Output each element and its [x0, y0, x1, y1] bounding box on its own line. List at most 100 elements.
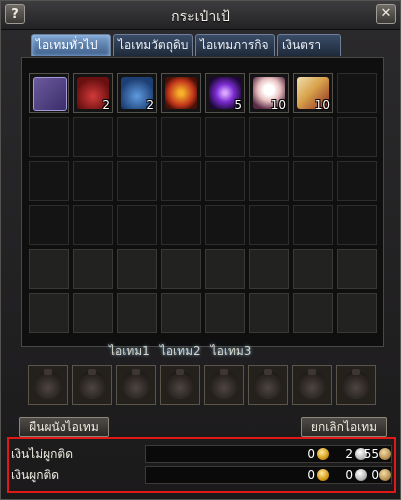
unbound-silver-amount: 2	[345, 447, 353, 461]
bound-money-label: เงินผูกติด	[11, 468, 60, 482]
bound-money-row: เงินผูกติด 0 0 0	[9, 466, 394, 484]
item-quantity: 10	[270, 98, 286, 112]
tab-quest-items[interactable]: ไอเทมภารกิจ	[195, 34, 275, 56]
locked-inventory-slot[interactable]	[73, 249, 113, 289]
inventory-slot[interactable]	[337, 73, 377, 113]
inventory-slot[interactable]	[293, 205, 333, 245]
currency-section: เงินไม่ผูกติด 0 2 55 เงินผูกติด 0 0 0	[7, 437, 396, 493]
cancel-items-button[interactable]: ยกเลิกไอเทม	[301, 417, 387, 437]
locked-inventory-slot[interactable]	[293, 249, 333, 289]
bronze-coin-icon	[379, 469, 391, 481]
bag-icon	[298, 369, 326, 399]
inventory-slot[interactable]	[29, 205, 69, 245]
quick-slot[interactable]	[292, 365, 332, 405]
locked-inventory-slot[interactable]	[249, 249, 289, 289]
inventory-slot[interactable]	[73, 205, 113, 245]
tab-material-items[interactable]: ไอเทมวัตถุดิบ	[113, 34, 193, 56]
inventory-slot[interactable]: 2	[73, 73, 113, 113]
quick-slot[interactable]	[116, 365, 156, 405]
gold-coin-icon	[317, 469, 329, 481]
inventory-grid: 2 2 5 10 10	[29, 73, 377, 333]
inventory-slot[interactable]	[337, 205, 377, 245]
quick-slot[interactable]	[160, 365, 200, 405]
bronze-coin-icon	[379, 448, 391, 460]
locked-inventory-slot[interactable]	[117, 249, 157, 289]
inventory-slot[interactable]: 5	[205, 73, 245, 113]
locked-inventory-slot[interactable]	[293, 293, 333, 333]
locked-inventory-slot[interactable]	[337, 293, 377, 333]
title-bar[interactable]: ? กระเป๋าเป้ ✕	[1, 1, 400, 30]
item-quantity: 5	[234, 98, 242, 112]
bound-money-bar: 0 0 0	[145, 466, 392, 484]
quick-slot[interactable]	[204, 365, 244, 405]
window-title: กระเป๋าเป้	[171, 9, 230, 25]
unbound-bronze-amount: 55	[363, 447, 379, 461]
inventory-slot[interactable]	[73, 117, 113, 157]
inventory-slot[interactable]	[249, 117, 289, 157]
inventory-slot[interactable]	[117, 117, 157, 157]
unbound-money-row: เงินไม่ผูกติด 0 2 55	[9, 445, 394, 463]
locked-inventory-slot[interactable]	[249, 293, 289, 333]
quick-slot[interactable]	[336, 365, 376, 405]
quick-slot[interactable]	[72, 365, 112, 405]
tab-currency[interactable]: เงินตรา	[277, 34, 341, 56]
fire-orb-icon	[165, 77, 197, 109]
locked-inventory-slot[interactable]	[337, 249, 377, 289]
inventory-slot[interactable]	[337, 117, 377, 157]
inventory-slot[interactable]	[161, 73, 201, 113]
inventory-slot[interactable]	[293, 117, 333, 157]
inventory-slot[interactable]: 2	[117, 73, 157, 113]
locked-inventory-slot[interactable]	[205, 249, 245, 289]
bound-gold-amount: 0	[307, 468, 315, 482]
silver-coin-icon	[355, 469, 367, 481]
inventory-window: ? กระเป๋าเป้ ✕ ไอเทมทั่วไป ไอเทมวัตถุดิบ…	[0, 0, 401, 500]
close-button[interactable]: ✕	[376, 4, 396, 24]
quick-slot[interactable]	[28, 365, 68, 405]
quick-slot[interactable]	[248, 365, 288, 405]
tab-general-items[interactable]: ไอเทมทั่วไป	[31, 34, 111, 56]
inventory-slot[interactable]	[161, 161, 201, 201]
inventory-slot[interactable]	[29, 161, 69, 201]
inventory-slot[interactable]	[293, 161, 333, 201]
inventory-slot[interactable]: 10	[249, 73, 289, 113]
locked-inventory-slot[interactable]	[161, 293, 201, 333]
locked-inventory-slot[interactable]	[205, 293, 245, 333]
bag-icon	[166, 369, 194, 399]
inventory-slot[interactable]	[205, 117, 245, 157]
inventory-slot[interactable]	[117, 205, 157, 245]
inventory-slot[interactable]	[161, 117, 201, 157]
item-quantity: 2	[146, 98, 154, 112]
inventory-slot[interactable]	[337, 161, 377, 201]
inventory-slot[interactable]	[205, 205, 245, 245]
quick-label-1: ไอเทม1	[109, 344, 150, 358]
bag-icon	[122, 369, 150, 399]
inventory-panel: 2 2 5 10 10	[21, 57, 384, 347]
bound-bronze-amount: 0	[371, 468, 379, 482]
inventory-slot[interactable]	[249, 161, 289, 201]
locked-inventory-slot[interactable]	[161, 249, 201, 289]
unbound-money-label: เงินไม่ผูกติด	[11, 447, 73, 461]
unbound-gold-amount: 0	[307, 447, 315, 461]
bag-icon	[34, 369, 62, 399]
inventory-slot[interactable]: 10	[293, 73, 333, 113]
locked-inventory-slot[interactable]	[29, 249, 69, 289]
bag-icon	[210, 369, 238, 399]
quick-slot-row	[28, 365, 376, 405]
bag-icon	[254, 369, 282, 399]
inventory-slot[interactable]	[249, 205, 289, 245]
quick-label-2: ไอเทม2	[159, 344, 201, 358]
tab-bar: ไอเทมทั่วไป ไอเทมวัตถุดิบ ไอเทมภารกิจ เง…	[31, 34, 341, 56]
bound-silver-amount: 0	[345, 468, 353, 482]
inventory-slot[interactable]	[73, 161, 113, 201]
inventory-slot[interactable]	[205, 161, 245, 201]
item-quantity: 2	[102, 98, 110, 112]
inventory-slot[interactable]	[117, 161, 157, 201]
quick-slot-labels: ไอเทม1 ไอเทม2 ไอเทม3	[109, 342, 251, 361]
locked-inventory-slot[interactable]	[73, 293, 113, 333]
locked-inventory-slot[interactable]	[29, 293, 69, 333]
inventory-slot[interactable]	[161, 205, 201, 245]
locked-inventory-slot[interactable]	[117, 293, 157, 333]
inventory-slot[interactable]	[29, 117, 69, 157]
sort-items-button[interactable]: ผืนผนังไอเทม	[19, 417, 109, 437]
inventory-slot[interactable]	[29, 73, 69, 113]
